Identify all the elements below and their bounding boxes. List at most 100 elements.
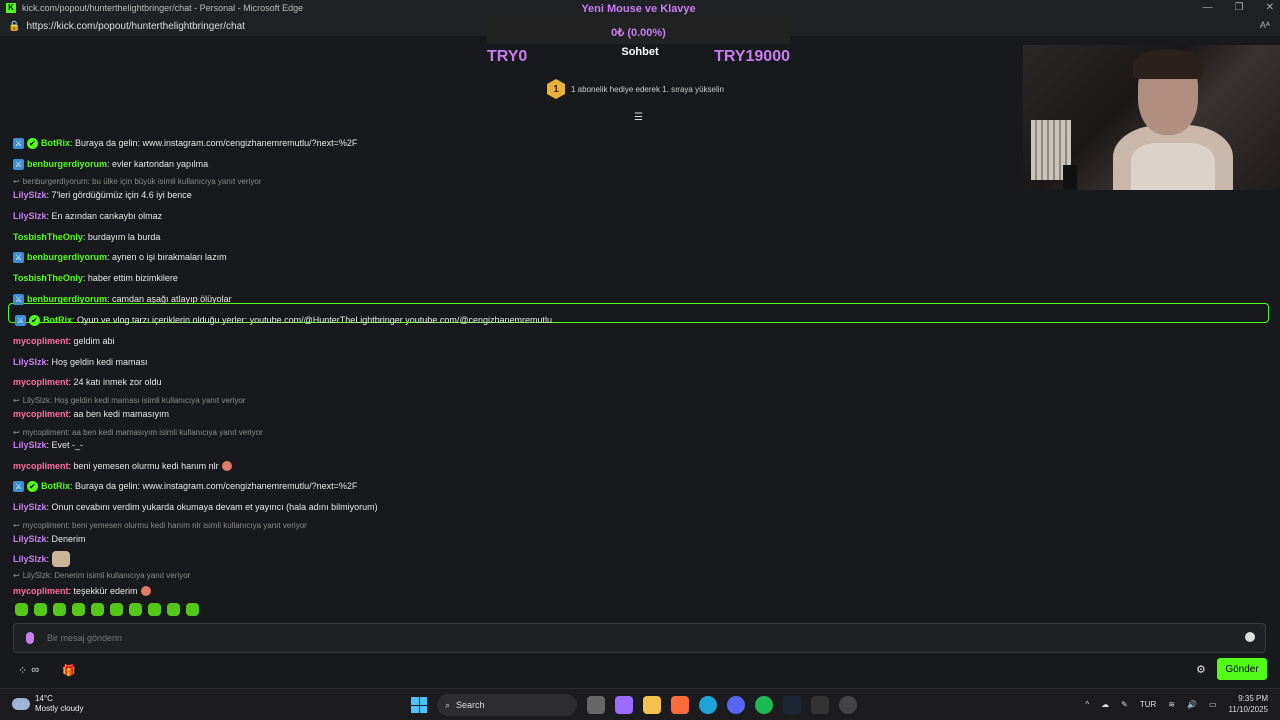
epic-games-icon[interactable]: [811, 696, 829, 714]
chat-username[interactable]: benburgerdiyorum: [27, 294, 107, 304]
infinity-icon[interactable]: ∞: [31, 664, 39, 677]
close-icon[interactable]: ✕: [1266, 2, 1274, 13]
chat-title: Sohbet: [621, 46, 659, 58]
emoji-picker-icon[interactable]: [1245, 632, 1255, 642]
collapse-icon[interactable]: ☰: [634, 112, 643, 123]
taskbar-clock[interactable]: 9:35 PM 11/10/2025: [1229, 693, 1268, 715]
copilot-icon[interactable]: [615, 696, 633, 714]
discord-icon[interactable]: [727, 696, 745, 714]
pen-icon[interactable]: ✎: [1121, 700, 1128, 709]
emote-icon[interactable]: [34, 603, 47, 616]
emote-icon[interactable]: [186, 603, 199, 616]
chat-username[interactable]: LilySlzk: [13, 211, 47, 221]
windows-taskbar: 14°C Mostly cloudy ⌕ Search ^ ☁ ✎ TUR ≋ …: [0, 688, 1280, 720]
chat-username[interactable]: BotRix: [41, 481, 70, 491]
edge-icon[interactable]: [699, 696, 717, 714]
microphone-icon[interactable]: [26, 632, 34, 644]
chat-username[interactable]: mycopliment: [13, 586, 69, 596]
office-icon[interactable]: [671, 696, 689, 714]
lock-icon[interactable]: 🔒: [8, 21, 20, 32]
emote-icon[interactable]: [167, 603, 180, 616]
chat-message[interactable]: ⚔ benburgerdiyorum: aynen o işi bırakmala…: [13, 250, 227, 264]
task-view-icon[interactable]: [587, 696, 605, 714]
gift-icon[interactable]: 🎁: [62, 664, 76, 677]
reply-context: ↩ mycopliment: beni yemesen olurmu kedi h…: [13, 519, 307, 531]
emote-icon[interactable]: [91, 603, 104, 616]
chat-username[interactable]: LilySlzk: [13, 534, 47, 544]
chat-username[interactable]: TosbishTheOnly: [13, 273, 83, 283]
wifi-icon[interactable]: ≋: [1168, 700, 1175, 709]
chat-message[interactable]: LilySlzk: Onun cevabını verdim yukarda o…: [13, 500, 378, 514]
chat-text: : Buraya da gelin: www.instagram.com/cen…: [70, 481, 358, 491]
chat-username[interactable]: mycopliment: [13, 336, 69, 346]
emote-icon[interactable]: [72, 603, 85, 616]
spotify-icon[interactable]: [755, 696, 773, 714]
emote-icon[interactable]: [15, 603, 28, 616]
chat-message[interactable]: ⚔ ✔ BotRix: Oyun ve vlog tarzı içeriklerin…: [15, 313, 552, 327]
reader-mode-icon[interactable]: Aᴬ: [1260, 20, 1270, 30]
url-text[interactable]: https://kick.com/popout/hunterthelightbr…: [26, 21, 244, 32]
chat-message[interactable]: mycopliment: beni yemesen olurmu kedi ha…: [13, 459, 232, 473]
chat-username[interactable]: LilySlzk: [13, 440, 47, 450]
chat-message[interactable]: LilySlzk: Evet -_-: [13, 438, 83, 452]
chat-text: : camdan aşağı atlayıp ölüyolar: [107, 294, 232, 304]
weather-widget[interactable]: 14°C Mostly cloudy: [12, 694, 83, 714]
chat-message[interactable]: LilySlzk: 7'leri gördüğümüz için 4.6 iyi…: [13, 188, 192, 202]
chat-message[interactable]: LilySlzk: En azından cankaybı olmaz: [13, 209, 162, 223]
chat-message[interactable]: ⚔ benburgerdiyorum: camdan aşağı atlayıp …: [13, 292, 232, 306]
goal-min-label: TRY0: [487, 48, 528, 65]
windows-start-icon[interactable]: [411, 697, 427, 713]
chat-message[interactable]: TosbishTheOnly: haber ettim bizimkilere: [13, 271, 178, 285]
emote-icon[interactable]: [53, 603, 66, 616]
taskbar-search[interactable]: ⌕ Search: [437, 694, 577, 716]
chat-username[interactable]: TosbishTheOnly: [13, 232, 83, 242]
moderator-badge-icon: ⚔: [13, 158, 24, 170]
chat-username[interactable]: mycopliment: [13, 377, 69, 387]
chat-username[interactable]: mycopliment: [13, 461, 69, 471]
chat-message[interactable]: LilySlzk: Denerim: [13, 532, 86, 546]
maximize-icon[interactable]: ❐: [1235, 2, 1244, 13]
chat-username[interactable]: BotRix: [41, 138, 70, 148]
emoji-icon: [221, 461, 232, 471]
send-button[interactable]: Gönder: [1217, 658, 1267, 680]
chat-message[interactable]: TosbishTheOnly: burdayım la burda: [13, 230, 160, 244]
verified-badge-icon: ✔: [27, 137, 38, 149]
chat-message[interactable]: mycopliment: 24 katı inmek zor oldu: [13, 375, 162, 389]
chat-username[interactable]: BotRix: [43, 315, 72, 325]
obs-icon[interactable]: [839, 696, 857, 714]
tray-chevron-icon[interactable]: ^: [1085, 700, 1089, 709]
chat-message[interactable]: mycopliment: geldim abi: [13, 334, 115, 348]
battery-icon[interactable]: ▭: [1209, 700, 1217, 709]
file-explorer-icon[interactable]: [643, 696, 661, 714]
chat-username[interactable]: mycopliment: [13, 409, 69, 419]
chat-username[interactable]: LilySlzk: [13, 502, 47, 512]
chat-username[interactable]: benburgerdiyorum: [27, 252, 107, 262]
chat-message[interactable]: LilySlzk:: [13, 551, 71, 567]
chat-input[interactable]: [47, 633, 1227, 643]
minimize-icon[interactable]: —: [1203, 2, 1213, 13]
chat-message[interactable]: ⚔ benburgerdiyorum: evler kartondan yapıl…: [13, 157, 208, 171]
chat-message[interactable]: ⚔ ✔ BotRix: Buraya da gelin: www.instagram…: [13, 136, 357, 150]
settings-gear-icon[interactable]: ⚙: [1196, 663, 1206, 676]
weather-desc: Mostly cloudy: [35, 704, 84, 713]
emote-icon[interactable]: [148, 603, 161, 616]
volume-icon[interactable]: 🔊: [1187, 700, 1197, 709]
chat-text: : Hoş geldin kedi maması: [46, 357, 148, 367]
sub-gift-promo[interactable]: 1 1 abonelik hediye ederek 1. sıraya yük…: [547, 79, 724, 99]
onedrive-icon[interactable]: ☁: [1101, 700, 1109, 709]
emote-icon[interactable]: [110, 603, 123, 616]
chat-username[interactable]: LilySlzk: [13, 357, 47, 367]
chat-message[interactable]: ⚔ ✔ BotRix: Buraya da gelin: www.instagram…: [13, 479, 357, 493]
dots-icon[interactable]: ⁘: [18, 664, 27, 677]
language-indicator[interactable]: TUR: [1140, 700, 1156, 709]
chat-message[interactable]: LilySlzk: Hoş geldin kedi maması: [13, 355, 148, 369]
steam-icon[interactable]: [783, 696, 801, 714]
chat-username[interactable]: LilySlzk: [13, 554, 47, 564]
chat-message[interactable]: mycopliment: teşekkür ederim: [13, 584, 151, 598]
chat-username[interactable]: benburgerdiyorum: [27, 159, 107, 169]
chat-message[interactable]: mycopliment: aa ben kedi mamasıyım: [13, 407, 169, 421]
emote-icon[interactable]: [129, 603, 142, 616]
points-icons[interactable]: ⁘ ∞: [18, 664, 39, 677]
chat-input-container: [13, 623, 1266, 653]
chat-username[interactable]: LilySlzk: [13, 190, 47, 200]
